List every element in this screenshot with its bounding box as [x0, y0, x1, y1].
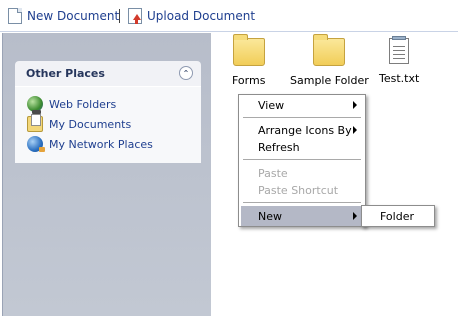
menu-item-label: New [258, 209, 282, 223]
new-submenu: Folder [361, 205, 435, 227]
toolbar: New Document Upload Document [0, 0, 458, 32]
menu-item-view[interactable]: View [241, 95, 363, 115]
menu-item-label: View [258, 98, 285, 112]
menu-item-label: Folder [380, 209, 414, 223]
submenu-item-folder[interactable]: Folder [363, 206, 433, 226]
menu-item-label: Paste [258, 166, 288, 180]
file-item-forms[interactable]: Forms [232, 34, 266, 87]
new-document-icon [8, 8, 22, 24]
network-places-icon [27, 136, 45, 152]
file-label: Forms [232, 74, 266, 87]
toolbar-separator [119, 9, 120, 23]
place-label: Web Folders [49, 97, 117, 111]
other-places-header[interactable]: Other Places ⌃ [15, 61, 201, 86]
file-label: Test.txt [379, 72, 420, 85]
web-folders-icon [27, 96, 43, 114]
place-web-folders[interactable]: Web Folders [27, 94, 201, 114]
file-item-sample-folder[interactable]: Sample Folder [290, 34, 369, 87]
context-menu: View Arrange Icons By Refresh Paste Past… [238, 94, 366, 227]
folder-icon [313, 34, 346, 66]
menu-item-new[interactable]: New [241, 206, 363, 226]
menu-item-paste-shortcut: Paste Shortcut [241, 180, 363, 200]
menu-item-label: Arrange Icons By [258, 123, 352, 137]
place-label: My Documents [49, 117, 132, 131]
my-documents-icon [27, 114, 43, 132]
submenu-arrow-icon [353, 126, 357, 134]
menu-separator [243, 117, 361, 118]
menu-separator [243, 159, 361, 160]
menu-item-refresh[interactable]: Refresh [241, 137, 363, 157]
other-places-title: Other Places [26, 67, 105, 80]
submenu-arrow-icon [353, 101, 357, 109]
collapse-chevron-icon[interactable]: ⌃ [179, 66, 193, 80]
folder-icon [232, 34, 265, 66]
upload-document-icon [128, 8, 142, 24]
file-label: Sample Folder [290, 74, 369, 87]
menu-item-label: Refresh [258, 140, 300, 154]
place-my-network-places[interactable]: My Network Places [27, 134, 201, 154]
place-label: My Network Places [49, 137, 153, 151]
text-file-icon [389, 36, 410, 64]
submenu-arrow-icon [353, 212, 357, 220]
file-item-test-txt[interactable]: Test.txt [379, 36, 420, 85]
place-my-documents[interactable]: My Documents [27, 114, 201, 134]
menu-item-label: Paste Shortcut [258, 183, 339, 197]
upload-document-label: Upload Document [147, 9, 256, 23]
new-document-button[interactable]: New Document [8, 7, 119, 25]
upload-document-button[interactable]: Upload Document [128, 7, 255, 25]
other-places-list: Web Folders My Documents My Network Plac… [15, 86, 201, 163]
task-panel: Other Places ⌃ Web Folders My Documents … [2, 33, 211, 316]
menu-separator [243, 202, 361, 203]
new-document-label: New Document [27, 9, 120, 23]
other-places-box: Other Places ⌃ Web Folders My Documents … [15, 61, 201, 163]
